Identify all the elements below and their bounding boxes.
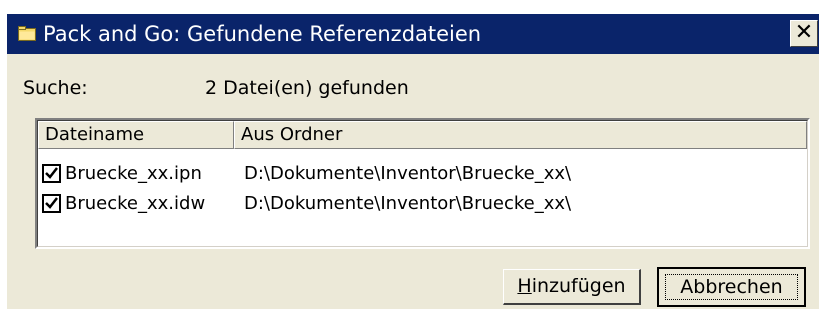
list-item[interactable]: Bruecke_xx.ipn D:\Dokumente\Inventor\Bru… <box>42 159 571 187</box>
pack-and-go-dialog: Pack and Go: Gefundene Referenzdateien ✕… <box>6 14 819 309</box>
add-button[interactable]: Hinzufügen <box>503 269 641 305</box>
title-bar[interactable]: Pack and Go: Gefundene Referenzdateien ✕ <box>7 14 819 54</box>
list-item[interactable]: Bruecke_xx.idw D:\Dokumente\Inventor\Bru… <box>42 189 571 217</box>
cancel-button-label: Abbrechen <box>665 274 798 300</box>
close-button[interactable]: ✕ <box>790 20 818 47</box>
file-checkbox[interactable] <box>42 193 61 213</box>
file-folder: D:\Dokumente\Inventor\Bruecke_xx\ <box>244 192 572 214</box>
column-header-folder[interactable]: Aus Ordner <box>234 121 807 149</box>
search-result-text: 2 Datei(en) gefunden <box>205 77 409 99</box>
close-icon: ✕ <box>794 20 814 45</box>
checkmark-icon <box>45 166 58 179</box>
file-checkbox[interactable] <box>42 163 61 183</box>
window-title: Pack and Go: Gefundene Referenzdateien <box>43 22 482 46</box>
search-label: Suche: <box>23 77 88 99</box>
cancel-button[interactable]: Abbrechen <box>657 267 806 307</box>
add-button-label: inzufügen <box>531 275 626 297</box>
checkmark-icon <box>45 196 58 209</box>
folder-icon <box>18 26 36 41</box>
file-folder: D:\Dokumente\Inventor\Bruecke_xx\ <box>244 162 572 184</box>
list-header: Dateiname Aus Ordner <box>38 121 807 149</box>
add-button-mnemonic: H <box>517 275 532 297</box>
column-header-filename[interactable]: Dateiname <box>38 121 234 149</box>
file-list[interactable]: Dateiname Aus Ordner Bruecke_xx.ipn D:\D… <box>35 118 810 249</box>
file-name: Bruecke_xx.ipn <box>65 162 202 184</box>
file-name: Bruecke_xx.idw <box>65 192 206 214</box>
